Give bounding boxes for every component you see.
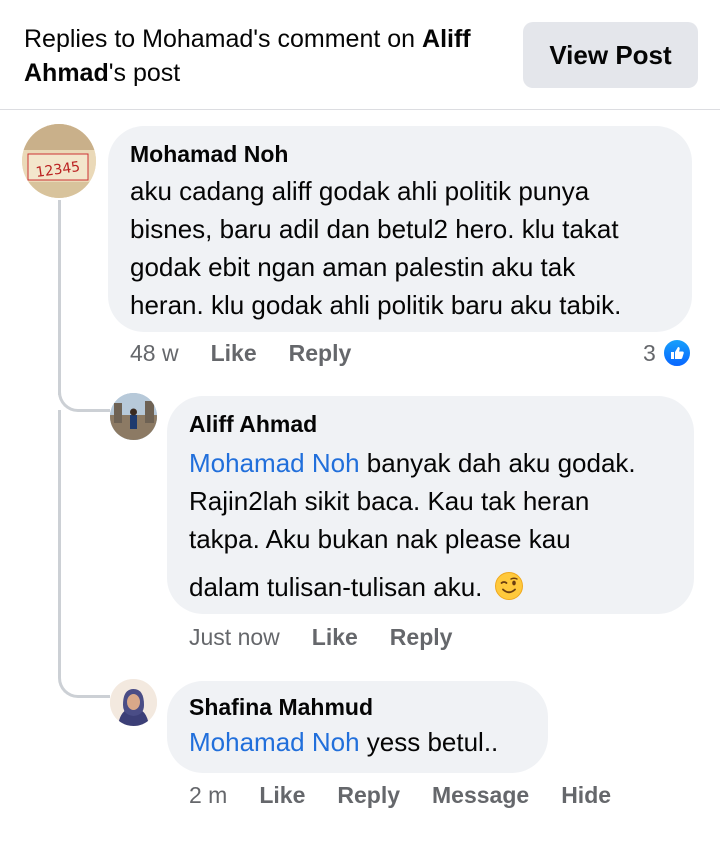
- avatar-image: [110, 679, 157, 726]
- view-post-button[interactable]: View Post: [523, 22, 698, 88]
- comment-bubble[interactable]: Mohamad Noh aku cadang aliff godak ahli …: [108, 126, 692, 332]
- reply-bubble[interactable]: Shafina Mahmud Mohamad Noh yess betul..: [167, 681, 548, 773]
- title-post-author: Aliff: [422, 25, 471, 53]
- winking-face-emoji: [494, 572, 523, 600]
- comment-text-span: yess betul..: [359, 727, 499, 757]
- like-button[interactable]: Like: [312, 624, 358, 651]
- comment-text-span: banyak dah aku godak.: [359, 448, 636, 478]
- avatar-image: 12345: [22, 124, 96, 198]
- comment-author[interactable]: Mohamad Noh: [130, 140, 670, 168]
- comment-actions: 2 m Like Reply Message Hide: [189, 782, 611, 809]
- avatar[interactable]: [110, 393, 157, 440]
- page-title: Replies to Mohamad's comment on Aliff Ah…: [24, 22, 504, 90]
- thread-line: [58, 410, 61, 675]
- comment-time[interactable]: 2 m: [189, 782, 227, 809]
- reply-button[interactable]: Reply: [337, 782, 400, 809]
- comment-text-line: bisnes, baru adil dan betul2 hero. klu t…: [130, 214, 619, 244]
- title-post-author-last: Ahmad: [24, 59, 109, 87]
- comment-text-line: Mohamad Noh banyak dah aku godak.: [189, 444, 672, 482]
- message-button[interactable]: Message: [432, 782, 529, 809]
- comment-time[interactable]: Just now: [189, 624, 280, 651]
- like-button[interactable]: Like: [211, 340, 257, 367]
- reaction-count: 3: [643, 339, 656, 366]
- mention-link[interactable]: Mohamad Noh: [189, 727, 360, 757]
- reply-bubble[interactable]: Aliff Ahmad Mohamad Noh banyak dah aku g…: [167, 396, 694, 614]
- like-button[interactable]: Like: [259, 782, 305, 809]
- comment-text: Mohamad Noh yess betul..: [189, 723, 526, 761]
- title-text-suffix: 's post: [108, 59, 181, 87]
- thread-connector: [58, 672, 110, 698]
- reply-button[interactable]: Reply: [289, 340, 352, 367]
- comment-author[interactable]: Shafina Mahmud: [189, 693, 526, 721]
- comment-text-line: takpa. Aku bukan nak please kau: [189, 524, 571, 554]
- comment-text: Mohamad Noh banyak dah aku godak. Rajin2…: [189, 444, 672, 606]
- comment-author[interactable]: Aliff Ahmad: [189, 410, 672, 438]
- comment-text-line: godak ebit ngan aman palestin aku tak: [130, 252, 576, 282]
- comment-text-line: dalam tulisan-tulisan aku.: [189, 568, 672, 606]
- reply-button[interactable]: Reply: [390, 624, 453, 651]
- header-bar: Replies to Mohamad's comment on Aliff Ah…: [0, 0, 720, 110]
- avatar[interactable]: [110, 679, 157, 726]
- comment-text-span: dalam tulisan-tulisan aku.: [189, 572, 483, 602]
- comment-actions: Just now Like Reply: [189, 624, 452, 651]
- comment-actions: 48 w Like Reply: [130, 340, 351, 367]
- comment-text-line: aku cadang aliff godak ahli politik puny…: [130, 176, 590, 206]
- avatar-image: [110, 393, 157, 440]
- reaction-summary[interactable]: 3: [643, 338, 692, 368]
- comment-text: aku cadang aliff godak ahli politik puny…: [130, 172, 670, 324]
- avatar[interactable]: 12345: [22, 124, 96, 198]
- mention-link[interactable]: Mohamad Noh: [189, 448, 360, 478]
- comment-text-line: heran. klu godak ahli politik baru aku t…: [130, 290, 622, 320]
- hide-button[interactable]: Hide: [561, 782, 611, 809]
- comment-text-line: Rajin2lah sikit baca. Kau tak heran: [189, 486, 590, 516]
- thread-connector: [58, 392, 110, 412]
- comment-time[interactable]: 48 w: [130, 340, 179, 367]
- thread-line: [58, 200, 61, 395]
- like-reaction-icon: [661, 338, 692, 368]
- title-text: Replies to Mohamad's comment on: [24, 25, 423, 53]
